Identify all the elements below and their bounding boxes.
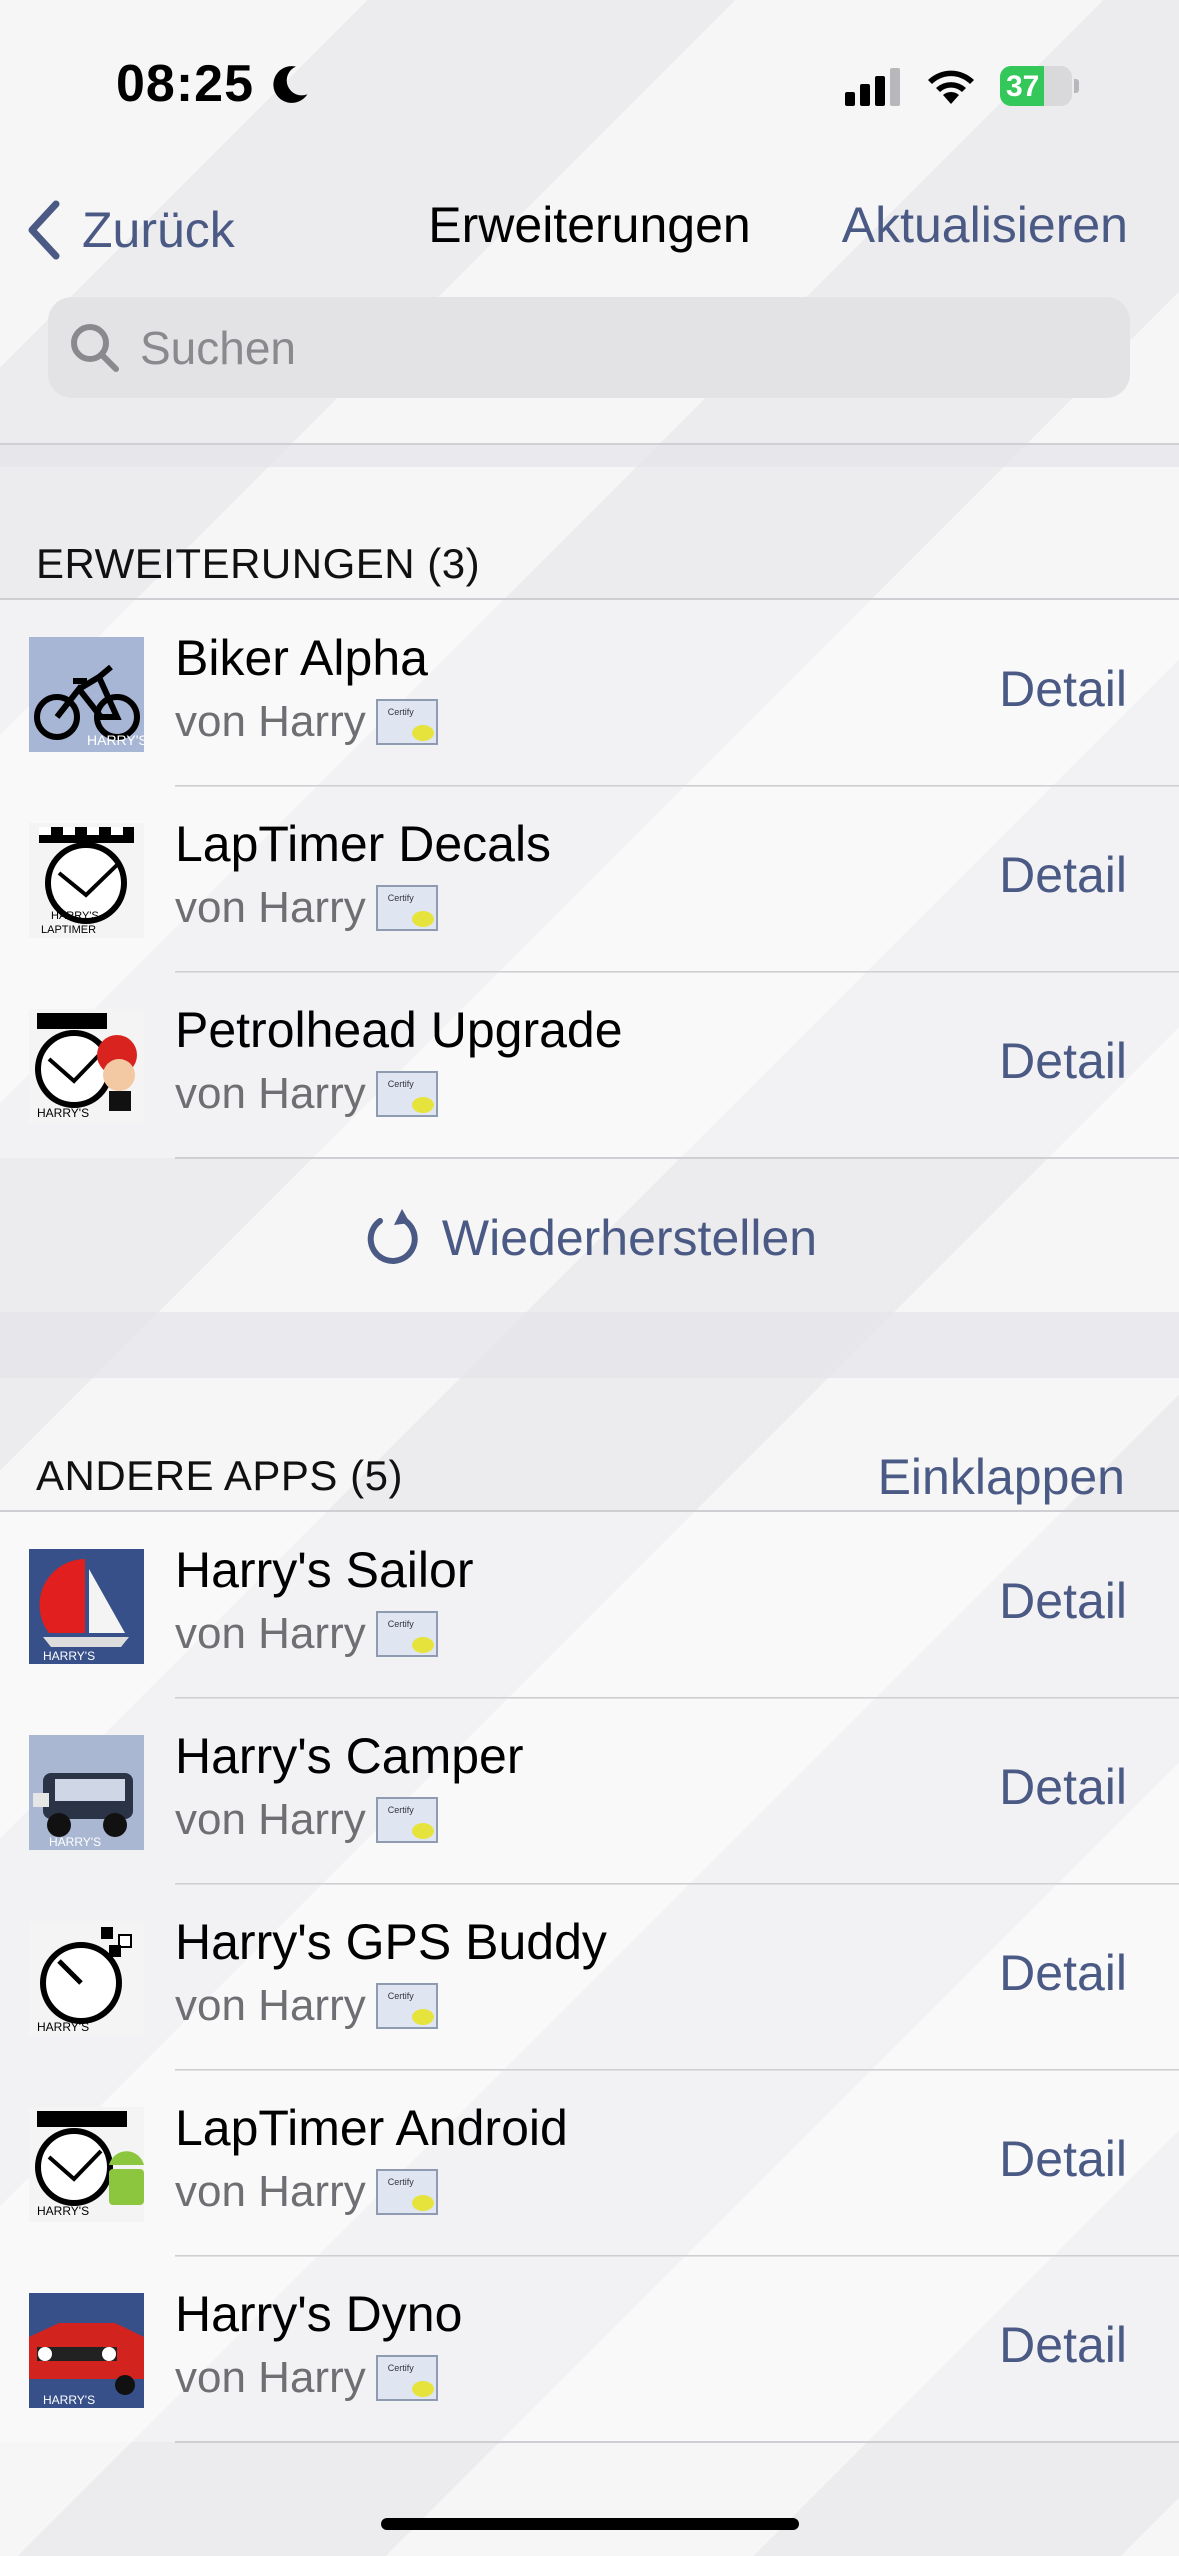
list-item[interactable]: HARRY'S Harry's GPS Buddy von Harry Cert… [0,1884,1179,2070]
item-author: von Harry [175,1609,366,1658]
camper-icon: HARRY'S [29,1735,144,1850]
detail-button[interactable]: Detail [999,2316,1127,2374]
item-title: Harry's Sailor [175,1542,474,1598]
list-item[interactable]: HARRY'S Biker Alpha von Harry Certify De… [0,600,1179,786]
search-field[interactable] [48,297,1130,398]
status-bar: 08:25 37 [0,0,1179,170]
detail-button[interactable]: Detail [999,1572,1127,1630]
item-author: von Harry [175,2167,366,2216]
wifi-icon [928,70,974,104]
detail-button[interactable]: Detail [999,1944,1127,2002]
item-author: von Harry [175,1981,366,2030]
sailor-icon: HARRY'S [29,1549,144,1664]
item-subtitle: von Harry Certify [175,1981,438,2031]
item-title: LapTimer Decals [175,816,552,872]
svg-text:HARRY'S: HARRY'S [43,1649,95,1663]
certify-badge-icon: Certify [375,1983,438,2029]
gps-buddy-icon: HARRY'S [29,1921,144,2036]
svg-text:LAPTIMER: LAPTIMER [41,924,96,936]
certify-badge-icon: Certify [375,1611,438,1657]
item-title: Biker Alpha [175,630,428,686]
svg-text:HARRY'S: HARRY'S [87,732,144,748]
certify-badge-icon: Certify [375,2169,438,2215]
restore-icon [367,1209,418,1264]
svg-text:HARRY'S: HARRY'S [51,910,99,922]
restore-label: Wiederherstellen [441,1210,818,1266]
laptimer-android-icon: HARRY'S [29,2107,144,2222]
section-spacer [0,1312,1179,1378]
item-author: von Harry [175,883,366,932]
item-title: Harry's Dyno [175,2286,463,2342]
item-subtitle: von Harry Certify [175,697,438,747]
item-title: LapTimer Android [175,2100,568,2156]
battery-icon: 37 [1000,66,1080,106]
status-time: 08:25 [116,55,254,113]
section-header-extensions: ERWEITERUNGEN (3) [36,540,481,587]
item-subtitle: von Harry Certify [175,1795,438,1845]
home-indicator[interactable] [381,2518,799,2530]
search-icon [71,323,119,372]
certify-badge-icon: Certify [375,699,438,745]
collapse-button[interactable]: Einklappen [878,1448,1125,1506]
list-item[interactable]: HARRY'S LapTimer Android von Harry Certi… [0,2070,1179,2256]
list-item[interactable]: HARRY'S Harry's Sailor von Harry Certify… [0,1512,1179,1698]
item-subtitle: von Harry Certify [175,1069,438,1119]
section-header-other-apps: ANDERE APPS (5) [36,1452,403,1499]
certify-badge-icon: Certify [375,885,438,931]
battery-level-text: 37 [1006,70,1040,103]
laptimer-decals-icon: HARRY'S LAPTIMER [29,823,144,938]
certify-badge-icon: Certify [375,1071,438,1117]
refresh-button[interactable]: Aktualisieren [842,196,1128,254]
list-item[interactable]: HARRY'S Petrolhead Upgrade von Harry Cer… [0,972,1179,1158]
svg-text:HARRY'S: HARRY'S [37,2020,89,2034]
list-item[interactable]: HARRY'S Harry's Dyno von Harry Certify D… [0,2256,1179,2442]
list-item[interactable]: HARRY'S LAPTIMER LapTimer Decals von Har… [0,786,1179,972]
detail-button[interactable]: Detail [999,846,1127,904]
item-title: Harry's Camper [175,1728,524,1784]
detail-button[interactable]: Detail [999,1032,1127,1090]
item-author: von Harry [175,2353,366,2402]
restore-button[interactable]: Wiederherstellen [0,1158,1179,1318]
cellular-signal-icon [845,68,900,106]
detail-button[interactable]: Detail [999,2130,1127,2188]
svg-text:HARRY'S: HARRY'S [37,1106,89,1120]
list-item[interactable]: HARRY'S Harry's Camper von Harry Certify… [0,1698,1179,1884]
item-subtitle: von Harry Certify [175,2167,438,2217]
item-title: Petrolhead Upgrade [175,1002,623,1058]
item-author: von Harry [175,697,366,746]
item-author: von Harry [175,1795,366,1844]
detail-button[interactable]: Detail [999,1758,1127,1816]
svg-text:HARRY'S: HARRY'S [49,1835,101,1849]
svg-text:HARRY'S: HARRY'S [43,2393,95,2407]
dyno-icon: HARRY'S [29,2293,144,2408]
detail-button[interactable]: Detail [999,660,1127,718]
moon-icon [273,66,308,103]
divider [175,2441,1179,2443]
item-author: von Harry [175,1069,366,1118]
item-subtitle: von Harry Certify [175,2353,438,2403]
svg-text:HARRY'S: HARRY'S [37,2204,89,2218]
item-title: Harry's GPS Buddy [175,1914,607,1970]
petrolhead-upgrade-icon: HARRY'S [29,1009,144,1124]
item-subtitle: von Harry Certify [175,1609,438,1659]
search-input[interactable] [138,319,1042,376]
item-subtitle: von Harry Certify [175,883,438,933]
biker-alpha-icon: HARRY'S [29,637,144,752]
section-spacer [0,445,1179,467]
certify-badge-icon: Certify [375,2355,438,2401]
certify-badge-icon: Certify [375,1797,438,1843]
